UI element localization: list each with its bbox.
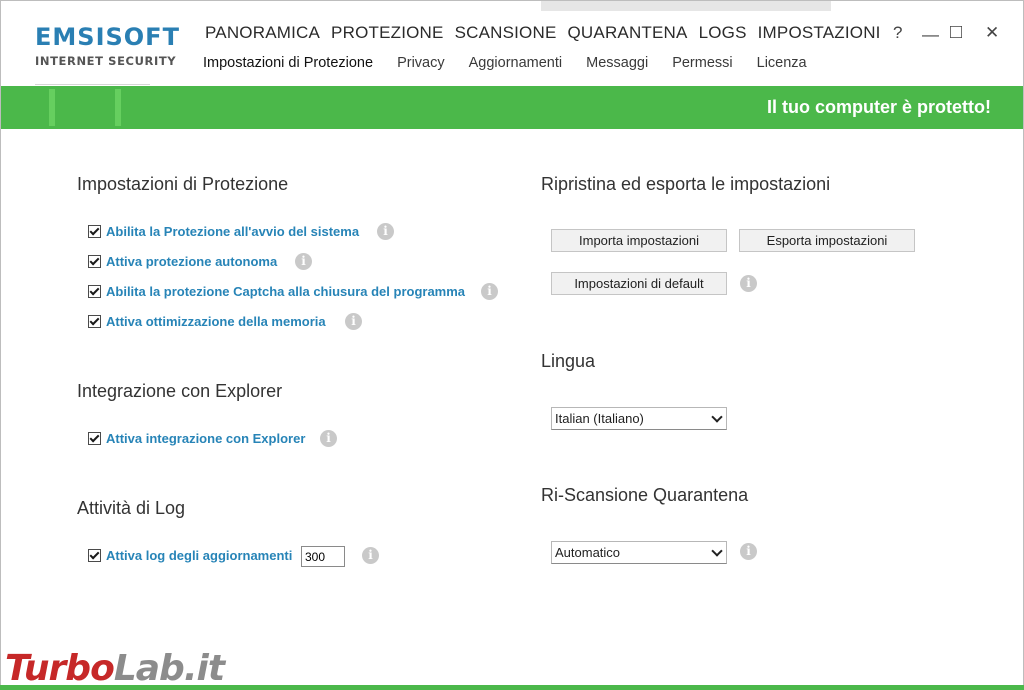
main-nav-settings[interactable]: IMPOSTAZIONI — [758, 23, 881, 43]
logo-main-text: EMSISOFT — [35, 23, 180, 51]
close-icon[interactable]: ✕ — [985, 23, 999, 43]
logo-divider — [35, 84, 150, 85]
option-explorer-integration[interactable]: Attiva integrazione con Explorer — [88, 431, 305, 446]
checkbox-checked[interactable] — [88, 549, 101, 562]
sub-nav-protection-settings[interactable]: Impostazioni di Protezione — [203, 55, 373, 71]
main-nav-quarantine[interactable]: QUARANTENA — [568, 23, 688, 43]
topbar-shade — [541, 1, 831, 11]
option-label[interactable]: Attiva log degli aggiornamenti — [106, 548, 292, 563]
option-label[interactable]: Abilita la protezione Captcha alla chius… — [106, 284, 465, 299]
info-icon[interactable]: i — [481, 283, 498, 300]
option-self-protection[interactable]: Attiva protezione autonoma — [88, 254, 277, 269]
main-nav-scan[interactable]: SCANSIONE — [455, 23, 557, 43]
explorer-integration-title: Integrazione con Explorer — [77, 381, 283, 401]
watermark-part2: Lab.it — [113, 648, 225, 689]
info-icon[interactable]: i — [740, 543, 757, 560]
rescan-select-value: Automatico — [555, 545, 621, 560]
chevron-down-icon — [711, 411, 723, 423]
rescan-select[interactable]: Automatico — [551, 541, 727, 564]
log-activity-title: Attività di Log — [77, 498, 186, 518]
status-bar: Il tuo computer è protetto! — [1, 86, 1023, 129]
sub-nav-privacy[interactable]: Privacy — [397, 55, 445, 71]
watermark-logo: TurboLab.it — [5, 648, 225, 689]
main-nav-logs[interactable]: LOGS — [699, 23, 747, 43]
language-select[interactable]: Italian (Italiano) — [551, 407, 727, 430]
info-icon[interactable]: i — [740, 275, 757, 292]
info-icon[interactable]: i — [377, 223, 394, 240]
app-logo: EMSISOFT INTERNET SECURITY — [35, 23, 180, 68]
option-label[interactable]: Attiva ottimizzazione della memoria — [106, 314, 326, 329]
option-label[interactable]: Attiva integrazione con Explorer — [106, 431, 305, 446]
logo-sub-text: INTERNET SECURITY — [35, 54, 177, 68]
option-captcha-protection[interactable]: Abilita la protezione Captcha alla chius… — [88, 284, 465, 299]
protection-settings-title: Impostazioni di Protezione — [77, 174, 289, 194]
watermark-part1: Turbo — [5, 648, 115, 689]
language-title: Lingua — [541, 351, 596, 371]
minimize-icon[interactable]: — — [922, 25, 939, 45]
export-settings-button[interactable]: Esporta impostazioni — [739, 229, 915, 252]
status-text: Il tuo computer è protetto! — [767, 97, 991, 117]
sub-nav-updates[interactable]: Aggiornamenti — [469, 55, 563, 71]
main-nav-protection[interactable]: PROTEZIONE — [331, 23, 444, 43]
info-icon[interactable]: i — [362, 547, 379, 564]
log-count-input[interactable] — [301, 546, 345, 567]
checkbox-checked[interactable] — [88, 285, 101, 298]
option-protection-startup[interactable]: Abilita la Protezione all'avvio del sist… — [88, 224, 359, 239]
checkbox-checked[interactable] — [88, 432, 101, 445]
app-window: EMSISOFT INTERNET SECURITY PANORAMICA PR… — [0, 0, 1024, 690]
info-icon[interactable]: i — [320, 430, 337, 447]
sub-nav: Impostazioni di Protezione Privacy Aggio… — [203, 55, 831, 71]
status-stripe — [115, 89, 121, 126]
default-settings-button[interactable]: Impostazioni di default — [551, 272, 727, 295]
option-label[interactable]: Abilita la Protezione all'avvio del sist… — [106, 224, 359, 239]
option-update-log[interactable]: Attiva log degli aggiornamenti — [88, 548, 292, 563]
language-select-value: Italian (Italiano) — [555, 411, 644, 426]
import-settings-button[interactable]: Importa impostazioni — [551, 229, 727, 252]
maximize-icon[interactable]: □ — [950, 21, 962, 44]
info-icon[interactable]: i — [295, 253, 312, 270]
help-icon[interactable]: ? — [893, 23, 902, 43]
quarantine-rescan-title: Ri-Scansione Quarantena — [541, 485, 749, 505]
chevron-down-icon — [711, 545, 723, 557]
sub-nav-license[interactable]: Licenza — [757, 55, 807, 71]
checkbox-checked[interactable] — [88, 225, 101, 238]
sub-nav-messages[interactable]: Messaggi — [586, 55, 648, 71]
restore-export-title: Ripristina ed esporta le impostazioni — [541, 174, 831, 194]
checkbox-checked[interactable] — [88, 315, 101, 328]
main-nav: PANORAMICA PROTEZIONE SCANSIONE QUARANTE… — [205, 23, 881, 43]
bottom-accent-line — [0, 685, 1024, 690]
option-memory-optimization[interactable]: Attiva ottimizzazione della memoria — [88, 314, 326, 329]
checkbox-checked[interactable] — [88, 255, 101, 268]
option-label[interactable]: Attiva protezione autonoma — [106, 254, 277, 269]
sub-nav-permissions[interactable]: Permessi — [672, 55, 732, 71]
status-stripe — [49, 89, 55, 126]
info-icon[interactable]: i — [345, 313, 362, 330]
main-nav-overview[interactable]: PANORAMICA — [205, 23, 320, 43]
